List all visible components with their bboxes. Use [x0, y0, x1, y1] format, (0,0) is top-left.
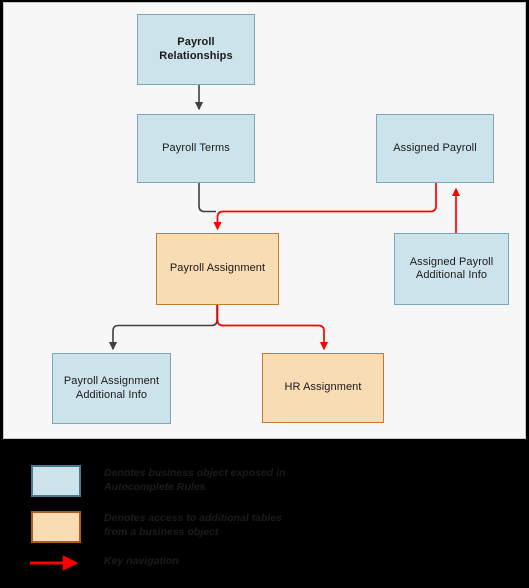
node-payroll-relationships[interactable]: Payroll Relationships [137, 14, 255, 85]
node-assigned-payroll[interactable]: Assigned Payroll [376, 114, 494, 183]
connector-terms-to-assignment [198, 183, 216, 213]
connector-payroll-assignment-to-additional-info [108, 305, 218, 351]
legend-swatch-business-object [31, 465, 81, 497]
node-payroll-assignment[interactable]: Payroll Assignment [156, 233, 279, 305]
connector-payroll-assignment-to-hr-assignment [216, 305, 329, 351]
legend-label-additional-table: Denotes access to additional tables from… [104, 512, 282, 538]
legend-swatch-additional-table [31, 511, 81, 543]
diagram-canvas: Payroll Relationships Payroll Terms Assi… [0, 0, 529, 585]
node-hr-assignment[interactable]: HR Assignment [262, 353, 384, 423]
connector-assigned-payroll-to-payroll-assignment [213, 183, 437, 231]
legend-label-key-navigation: Key navigation [104, 555, 179, 567]
legend-panel: Denotes business object exposed in Autoc… [0, 441, 529, 585]
diagram-panel: Payroll Relationships Payroll Terms Assi… [3, 2, 526, 439]
legend-label-business-object: Denotes business object exposed in Autoc… [104, 467, 286, 493]
node-payroll-assignment-additional-info[interactable]: Payroll Assignment Additional Info [52, 353, 171, 424]
node-assigned-payroll-additional-info[interactable]: Assigned Payroll Additional Info [394, 233, 509, 305]
legend-key-navigation-arrow-icon [30, 555, 79, 571]
node-payroll-terms[interactable]: Payroll Terms [137, 114, 255, 183]
